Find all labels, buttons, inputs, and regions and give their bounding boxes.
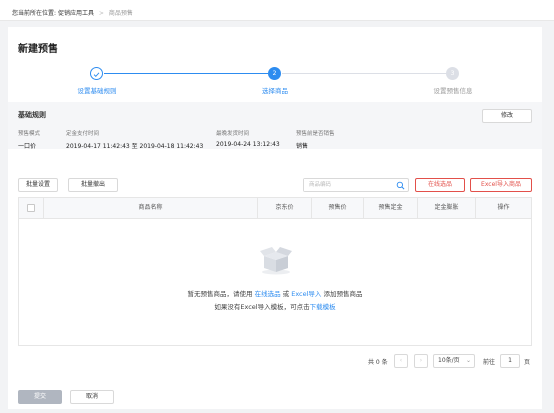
info-label-ship-time: 最晚发货时间 xyxy=(216,131,250,137)
online-select-link[interactable]: 在线选品 xyxy=(255,290,281,298)
breadcrumb-prefix: 您当前所在位置: xyxy=(12,10,57,17)
col-deposit-expansion: 定金膨胀 xyxy=(417,198,475,218)
pagination-total: 共 0 条 xyxy=(368,359,388,366)
info-value-deposit-time: 2019-04-17 11:42:43 至 2019-04-18 11:42:4… xyxy=(66,143,204,150)
breadcrumb-separator: > xyxy=(98,10,104,17)
chevron-right-icon: › xyxy=(419,357,423,364)
product-code-search xyxy=(303,178,409,192)
col-product-name: 商品名称 xyxy=(43,198,257,218)
batch-remove-button[interactable]: 批量撤出 xyxy=(68,178,118,192)
batch-set-button[interactable]: 批量设置 xyxy=(18,178,58,192)
empty-text-or: 或 xyxy=(282,290,290,298)
info-value-presale-selling: 销售 xyxy=(296,143,309,150)
step-3-label: 设置预售信息 xyxy=(433,87,473,95)
empty-text-template-hint: 如果没有Excel导入模板，可点击 xyxy=(214,303,310,311)
empty-box-icon xyxy=(260,247,292,275)
col-deposit: 预售定金 xyxy=(363,198,417,218)
search-input[interactable] xyxy=(304,179,392,191)
col-presale-price: 预售价 xyxy=(311,198,363,218)
chevron-left-icon: ‹ xyxy=(399,357,403,364)
step-3-circle: 3 xyxy=(446,67,459,80)
step-1-circle xyxy=(90,67,103,80)
breadcrumb-item-presale: 商品预售 xyxy=(108,10,133,17)
prev-page-button[interactable]: ‹ xyxy=(394,354,408,368)
step-2-circle: 2 xyxy=(268,67,281,80)
edit-rules-button[interactable]: 修改 xyxy=(482,109,532,123)
info-value-mode: 一口价 xyxy=(18,143,37,150)
search-icon[interactable] xyxy=(396,181,405,190)
main-card: 新建预售 设置基础规则 2 选择商品 3 设置预售信息 基础规则 修改 预售模式… xyxy=(8,27,542,409)
cancel-button[interactable]: 取消 xyxy=(70,390,114,404)
page-size-select[interactable]: 10条/页 ⌄ xyxy=(433,354,475,368)
product-table: 商品名称 京东价 预售价 预售定金 定金膨胀 操作 暂无预售商品，请使用 在线选… xyxy=(18,197,532,346)
empty-message-line2: 如果没有Excel导入模板，可点击下载模板 xyxy=(19,301,531,311)
goto-label: 前往 xyxy=(483,359,496,366)
page-unit-label: 页 xyxy=(524,359,531,366)
step-2-label: 选择商品 xyxy=(262,87,288,95)
submit-button[interactable]: 提交 xyxy=(18,390,62,404)
step-connector-2 xyxy=(282,73,446,74)
col-jd-price: 京东价 xyxy=(257,198,311,218)
download-template-link[interactable]: 下载模板 xyxy=(310,303,336,311)
check-icon xyxy=(93,72,100,77)
page-size-value: 10条/页 xyxy=(438,357,460,364)
chevron-down-icon: ⌄ xyxy=(465,357,471,364)
online-select-button[interactable]: 在线选品 xyxy=(415,178,465,192)
table-header: 商品名称 京东价 预售价 预售定金 定金膨胀 操作 xyxy=(19,198,531,219)
page-title: 新建预售 xyxy=(18,44,58,55)
info-label-mode: 预售模式 xyxy=(18,131,41,137)
select-all-checkbox[interactable] xyxy=(27,204,35,212)
step-connector-1 xyxy=(104,73,268,74)
empty-text-prefix: 暂无预售商品，请使用 xyxy=(187,290,253,298)
goto-page-input[interactable]: 1 xyxy=(500,354,520,368)
empty-text-suffix: 添加预售商品 xyxy=(323,290,363,298)
info-label-presale-selling: 预售前是否销售 xyxy=(296,131,335,137)
basic-rules-title: 基础规则 xyxy=(18,111,46,119)
col-actions: 操作 xyxy=(475,198,531,218)
next-page-button[interactable]: › xyxy=(414,354,428,368)
info-label-deposit-time: 定金支付时间 xyxy=(66,131,100,137)
info-value-ship-time: 2019-04-24 13:12:43 xyxy=(216,141,280,148)
basic-rules-section: 基础规则 修改 预售模式 一口价 定金支付时间 2019-04-17 11:42… xyxy=(8,102,542,150)
step-1-label: 设置基础规则 xyxy=(77,87,117,95)
excel-import-link[interactable]: Excel导入 xyxy=(291,290,321,298)
breadcrumb: 您当前所在位置: 促销应用工具 > 商品预售 xyxy=(0,0,554,21)
empty-message-line1: 暂无预售商品，请使用 在线选品 或 Excel导入 添加预售商品 xyxy=(19,288,531,298)
excel-import-button[interactable]: Excel导入商品 xyxy=(470,178,532,192)
breadcrumb-item-promo-tools[interactable]: 促销应用工具 xyxy=(58,10,94,17)
